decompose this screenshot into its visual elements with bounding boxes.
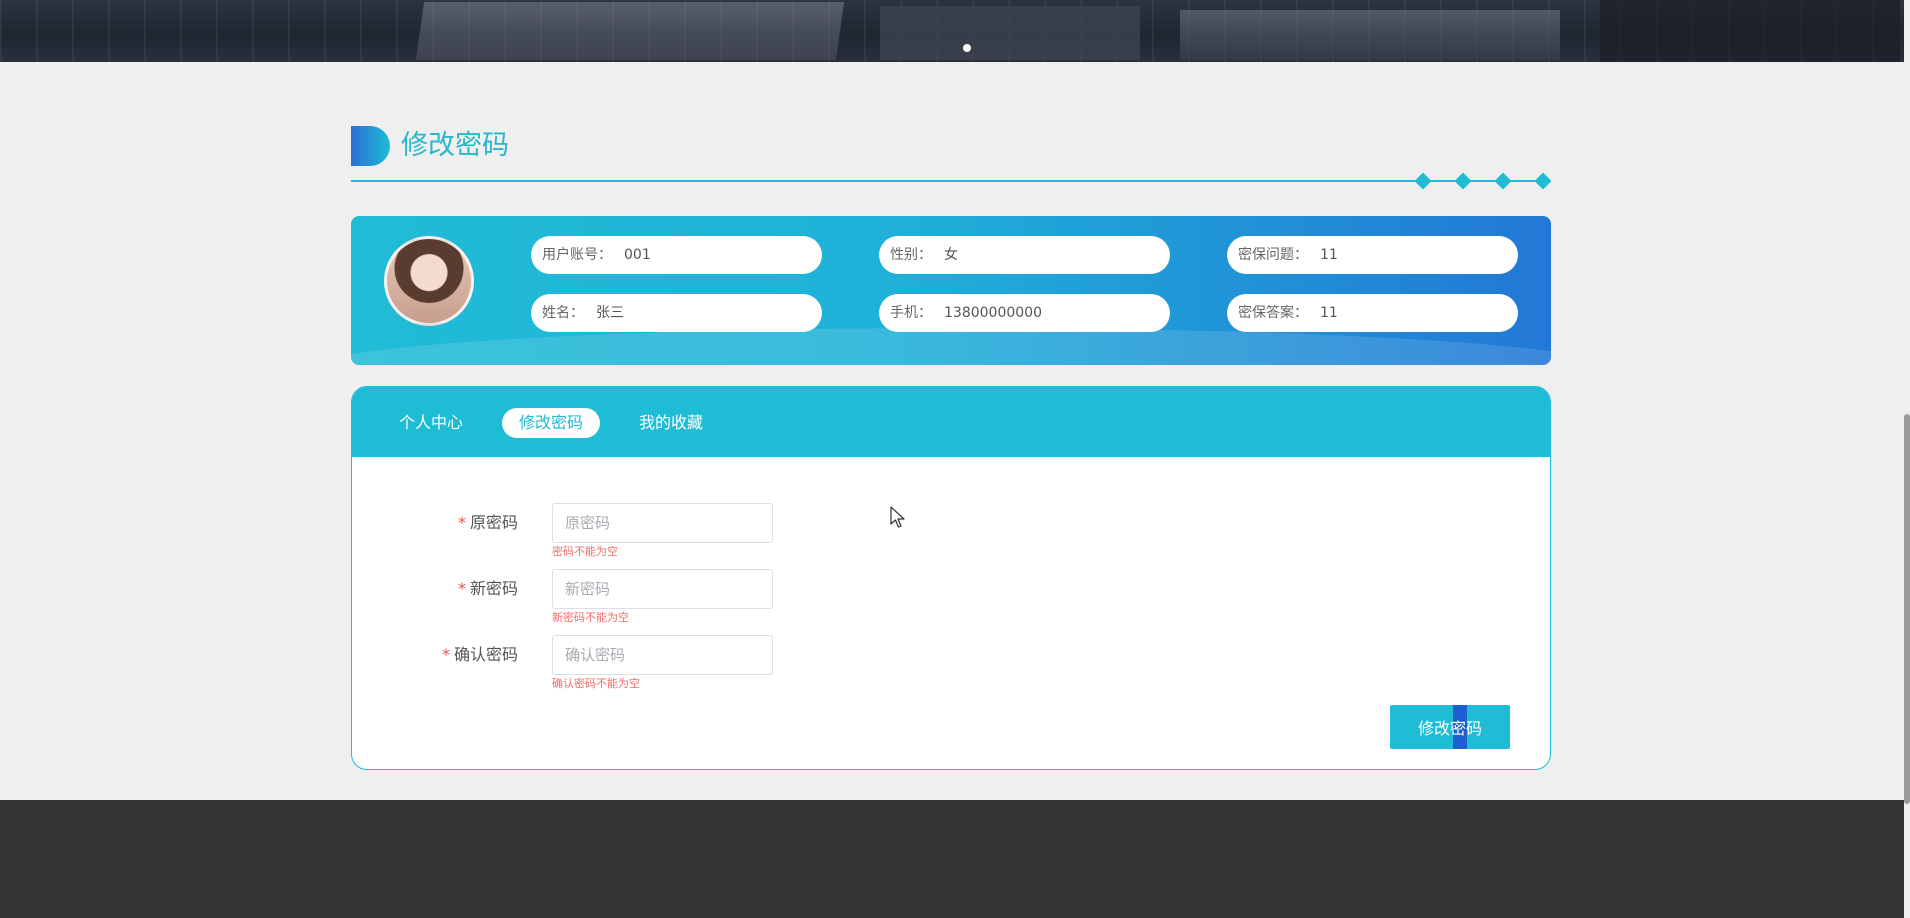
- vertical-scrollbar[interactable]: [1904, 0, 1910, 918]
- profile-field-label: 手机：: [890, 305, 932, 321]
- old-password-error: 密码不能为空: [552, 545, 618, 558]
- diamond-icon: [1414, 172, 1432, 190]
- scrollbar-thumb[interactable]: [1904, 414, 1910, 804]
- profile-field-name: 姓名： 张三: [531, 294, 822, 332]
- top-banner: [0, 0, 1904, 62]
- form-row-new-password: * 新密码 新密码不能为空: [352, 569, 1550, 629]
- profile-field-label: 密保问题：: [1238, 247, 1308, 263]
- profile-field-security-answer: 密保答案： 11: [1227, 294, 1518, 332]
- profile-field-value: 张三: [596, 305, 624, 321]
- profile-field-value: 11: [1320, 305, 1338, 321]
- banner-image-building: [1180, 10, 1560, 60]
- title-divider: [351, 180, 1547, 182]
- password-panel: 个人中心 修改密码 我的收藏 * 原密码 密码不能为空 * 新密码 新密码不能为空 …: [351, 386, 1551, 770]
- profile-field-label: 性别：: [890, 247, 932, 263]
- required-mark: *: [457, 579, 466, 598]
- profile-field-value: 13800000000: [944, 305, 1042, 321]
- profile-field-account: 用户账号： 001: [531, 236, 822, 274]
- new-password-error: 新密码不能为空: [552, 611, 629, 624]
- carousel-dot[interactable]: [963, 44, 971, 52]
- profile-field-value: 11: [1320, 247, 1338, 263]
- required-mark: *: [457, 513, 466, 532]
- diamond-icon: [1494, 172, 1512, 190]
- banner-image-building: [880, 6, 1140, 60]
- confirm-password-label: * 确认密码: [441, 645, 518, 664]
- profile-field-value: 女: [944, 247, 958, 263]
- profile-field-gender: 性别： 女: [879, 236, 1170, 274]
- confirm-password-input[interactable]: [552, 635, 773, 675]
- diamond-icon: [1454, 172, 1472, 190]
- profile-field-value: 001: [624, 247, 651, 263]
- required-mark: *: [441, 645, 450, 664]
- profile-field-phone: 手机： 13800000000: [879, 294, 1170, 332]
- diamond-icon: [1534, 172, 1552, 190]
- page-footer: [0, 800, 1904, 918]
- profile-field-label: 姓名：: [542, 305, 584, 321]
- form-row-old-password: * 原密码 密码不能为空: [352, 503, 1550, 563]
- confirm-password-error: 确认密码不能为空: [552, 677, 640, 690]
- profile-field-label: 用户账号：: [542, 247, 612, 263]
- page-title-section: 修改密码: [351, 124, 1552, 190]
- tab-bar: 个人中心 修改密码 我的收藏: [352, 387, 1550, 457]
- change-password-button[interactable]: 修改密码: [1390, 705, 1510, 749]
- profile-field-label: 密保答案：: [1238, 305, 1308, 321]
- profile-card: 用户账号： 001 性别： 女 密保问题： 11 姓名： 张三 手机： 138000000…: [351, 216, 1551, 365]
- tab-personal-center[interactable]: 个人中心: [382, 408, 480, 438]
- tab-my-favorites[interactable]: 我的收藏: [622, 408, 720, 438]
- profile-wave-decoration: [351, 328, 1551, 365]
- avatar: [384, 236, 474, 326]
- old-password-input[interactable]: [552, 503, 773, 543]
- new-password-input[interactable]: [552, 569, 773, 609]
- old-password-label: * 原密码: [457, 513, 518, 532]
- change-password-button-label: 修改密码: [1417, 719, 1482, 738]
- half-circle-badge-icon: [351, 126, 390, 166]
- mouse-pointer-icon: [890, 506, 905, 528]
- new-password-label: * 新密码: [457, 579, 518, 598]
- banner-image-building: [415, 2, 845, 60]
- form-row-confirm-password: * 确认密码 确认密码不能为空: [352, 635, 1550, 695]
- page-title: 修改密码: [401, 130, 509, 161]
- banner-image-building: [1600, 0, 1900, 62]
- profile-field-security-question: 密保问题： 11: [1227, 236, 1518, 274]
- tab-change-password[interactable]: 修改密码: [502, 408, 601, 438]
